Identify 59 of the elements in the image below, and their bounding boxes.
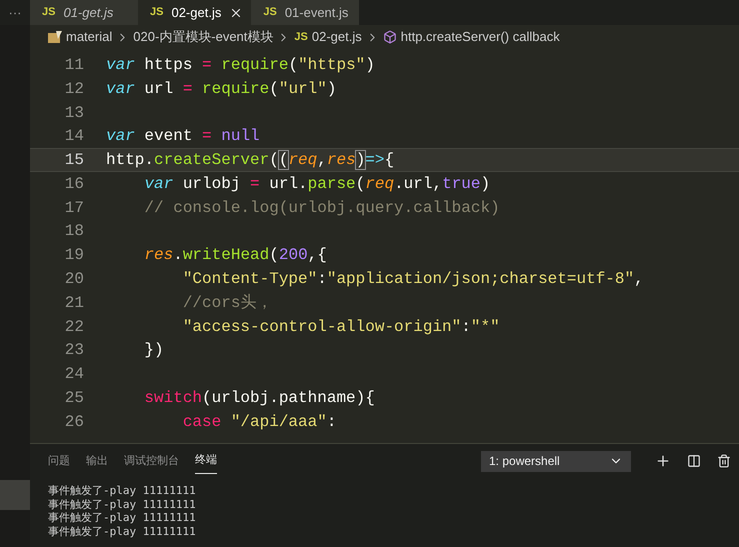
editor-tab[interactable]: JS 01-event.js bbox=[251, 0, 360, 25]
more-tabs-button[interactable]: ··· bbox=[0, 0, 30, 25]
breadcrumb-item[interactable]: material bbox=[66, 27, 112, 47]
line-number: 12 bbox=[64, 78, 84, 100]
cube-icon bbox=[382, 30, 397, 44]
js-file-icon: JS bbox=[263, 7, 277, 18]
line-number: 16 bbox=[64, 174, 84, 195]
line-number: 24 bbox=[64, 364, 84, 386]
breadcrumb-item[interactable]: 02-get.js bbox=[312, 27, 362, 47]
code-line: var event = null bbox=[106, 126, 260, 148]
line-number: 11 bbox=[64, 54, 84, 76]
js-file-icon: JS bbox=[294, 32, 308, 42]
line-number: 19 bbox=[64, 245, 84, 266]
plus-icon[interactable] bbox=[655, 453, 671, 469]
tab-label: 02-get.js bbox=[171, 4, 222, 22]
line-number: 13 bbox=[64, 102, 84, 124]
line-number: 17 bbox=[64, 198, 84, 219]
panel-tab[interactable]: 输出 bbox=[86, 448, 108, 474]
terminal-line: 事件触发了-play 11111111 bbox=[48, 484, 196, 498]
tab-label: 01-event.js bbox=[284, 4, 348, 22]
js-file-icon: JS bbox=[150, 7, 164, 18]
line-number: 21 bbox=[64, 292, 84, 314]
line-number: 22 bbox=[64, 316, 84, 338]
split-icon[interactable] bbox=[687, 454, 701, 468]
terminal-select[interactable]: 1: powershell bbox=[481, 450, 631, 472]
code-line: "access-control-allow-origin":"*" bbox=[182, 316, 500, 338]
panel-tab[interactable]: 终端 bbox=[195, 448, 217, 474]
code-line: }) bbox=[143, 340, 164, 362]
panel-tab[interactable]: 问题 bbox=[48, 448, 70, 474]
breadcrumb-item[interactable]: 020-内置模块-event模块 bbox=[133, 27, 274, 47]
line-number: 18 bbox=[64, 221, 84, 242]
folder-icon bbox=[48, 31, 62, 43]
code-line: var urlobj = url.parse(req.url,true) bbox=[143, 174, 490, 195]
panel-tab[interactable]: 调试控制台 bbox=[124, 448, 179, 474]
line-number: 25 bbox=[64, 388, 84, 410]
tab-label: 01-get.js bbox=[63, 4, 114, 22]
code-line: case "/api/aaa": bbox=[182, 412, 336, 433]
code-line: //cors头， bbox=[182, 292, 272, 314]
terminal-line: 事件触发了-play 11111111 bbox=[48, 524, 196, 538]
trash-icon[interactable] bbox=[717, 454, 731, 468]
terminal-line: 事件触发了-play 11111111 bbox=[48, 498, 196, 511]
scrollbar-thumb[interactable] bbox=[0, 480, 30, 510]
code-line: res.writeHead(200,{ bbox=[143, 245, 327, 266]
editor-tab[interactable]: JS 01-get.js bbox=[30, 0, 138, 25]
editor-tab[interactable]: JS 02-get.js bbox=[138, 0, 252, 25]
line-number: 20 bbox=[64, 269, 84, 290]
js-file-icon: JS bbox=[42, 7, 56, 18]
code-line: "Content-Type":"application/json;charset=utf-8", bbox=[182, 269, 644, 290]
terminal-line: 事件触发了-play 11111111 bbox=[48, 511, 196, 524]
line-number: 14 bbox=[64, 126, 84, 148]
line-number: 15 bbox=[64, 150, 84, 172]
line-number: 23 bbox=[64, 340, 84, 362]
code-line: switch(urlobj.pathname){ bbox=[143, 388, 375, 410]
line-number: 26 bbox=[64, 412, 84, 433]
breadcrumb-item[interactable]: http.createServer() callback bbox=[400, 27, 560, 47]
code-line: var https = require("https") bbox=[106, 54, 375, 76]
code-line: http.createServer((req,res)=>{ bbox=[106, 150, 394, 172]
code-line: // console.log(urlobj.query.callback) bbox=[143, 198, 500, 219]
code-line: var url = require("url") bbox=[106, 78, 336, 100]
